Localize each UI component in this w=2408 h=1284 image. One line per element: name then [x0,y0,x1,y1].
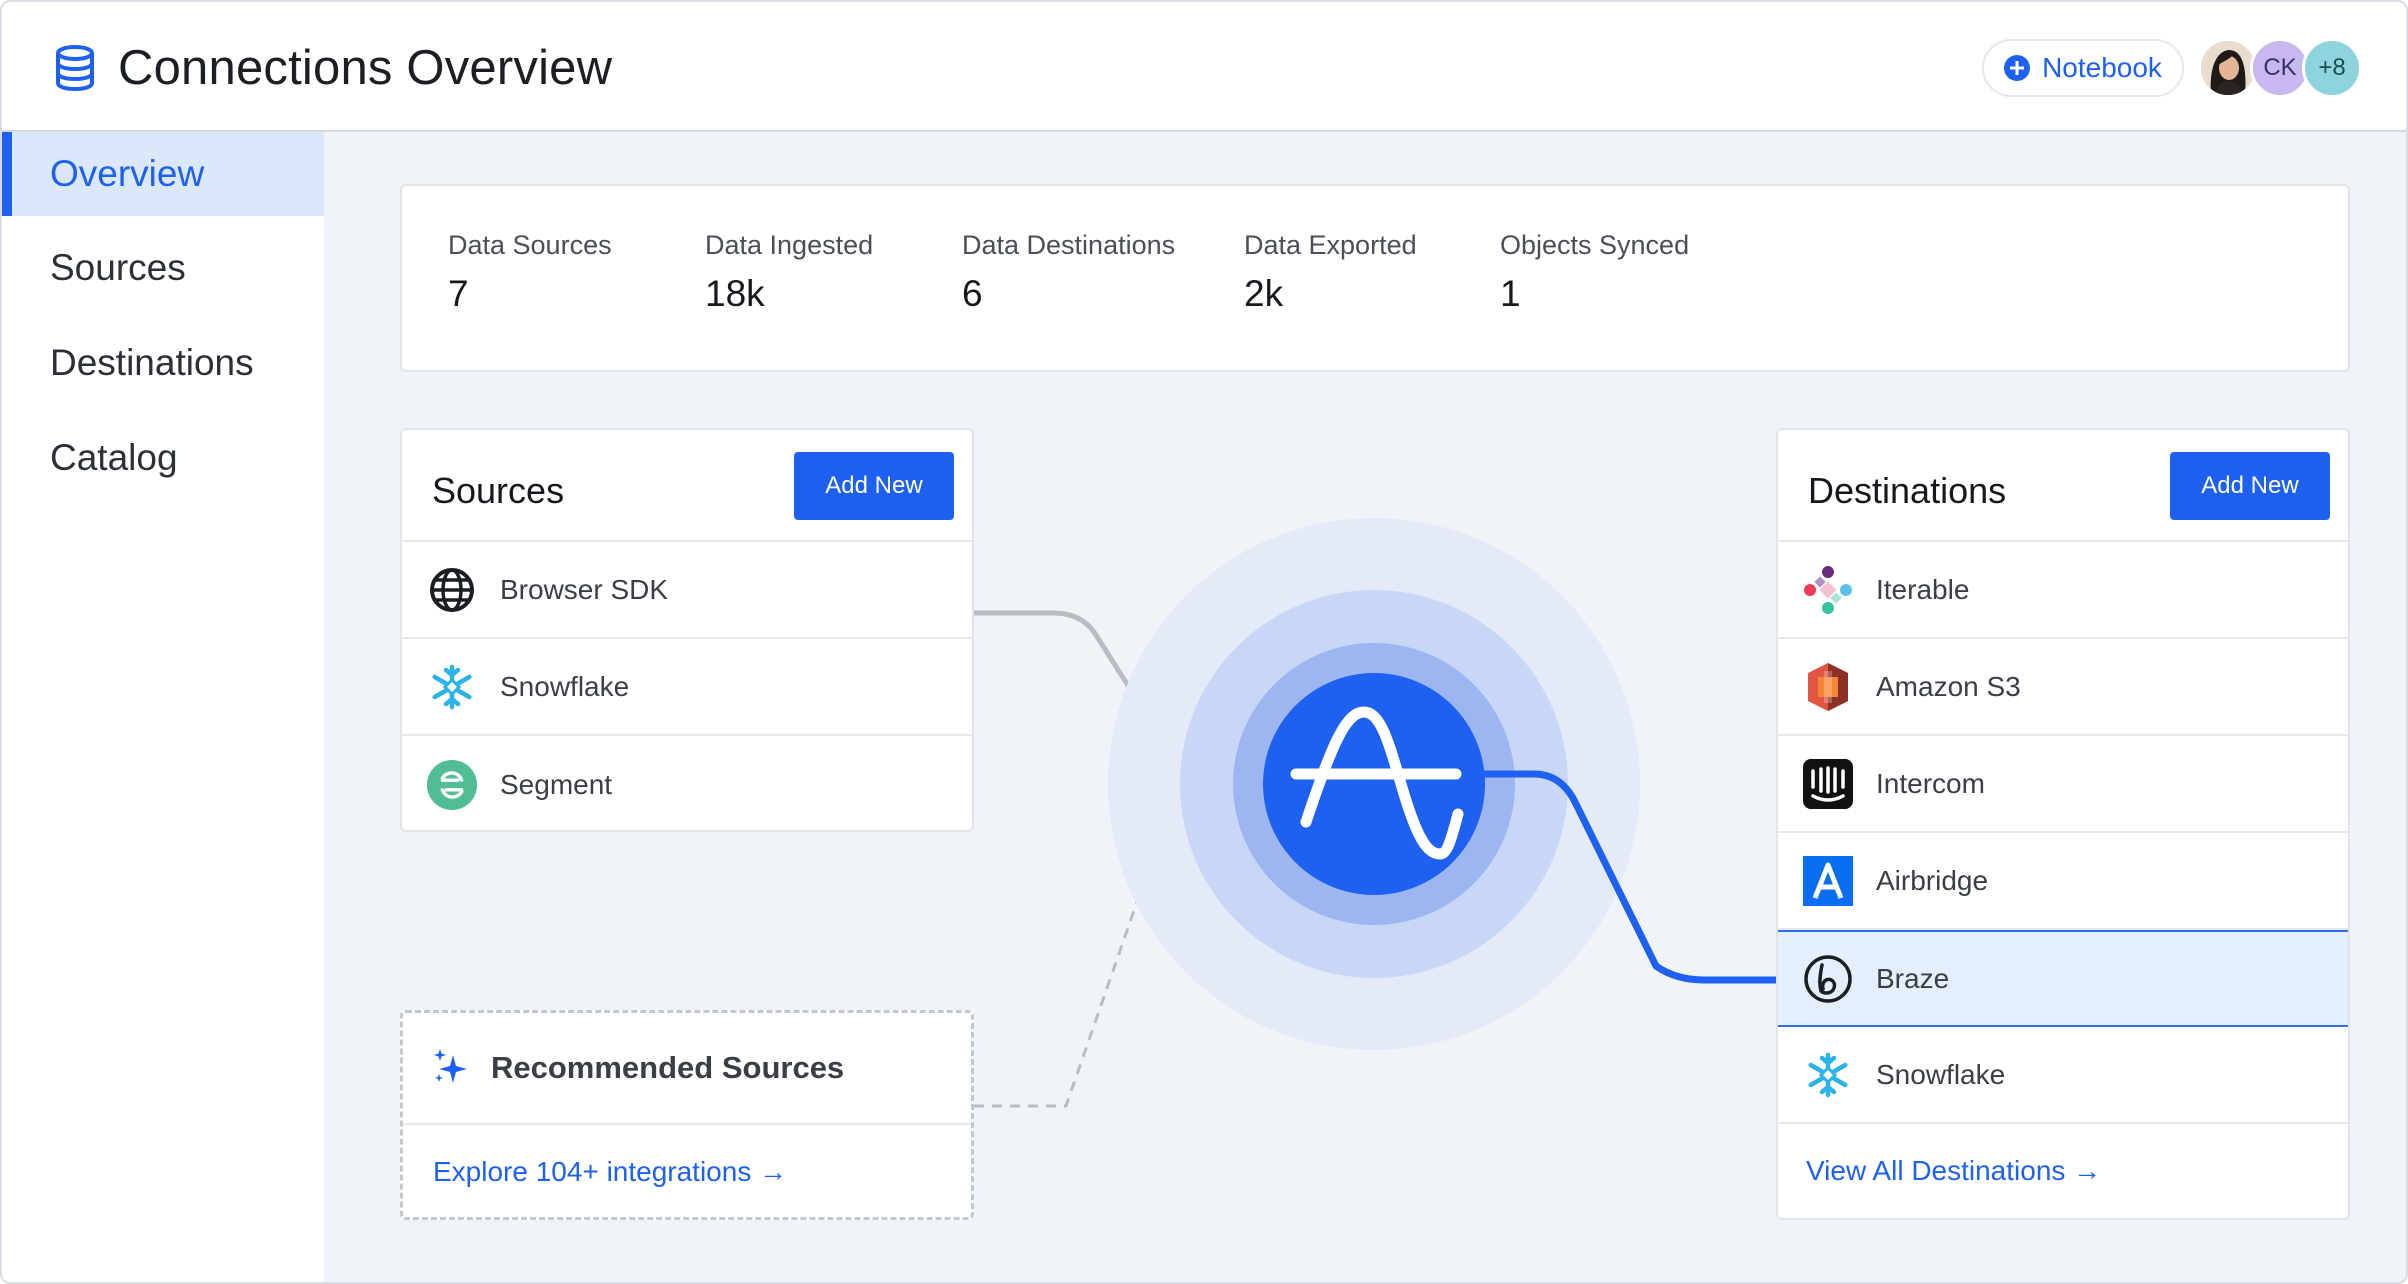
destinations-panel-header: Destinations Add New [1778,430,2348,542]
globe-icon [426,564,478,616]
sources-panel-title: Sources [432,470,565,511]
avatar-ck[interactable]: CK [2250,38,2310,98]
stat-data-sources: Data Sources 7 [448,230,612,315]
destination-label: Iterable [1876,573,1970,605]
destination-row-intercom[interactable]: Intercom [1778,736,2348,833]
amplitude-logo-icon [1290,706,1464,860]
destinations-panel-title: Destinations [1808,470,2007,511]
source-label: Segment [500,768,613,800]
explore-integrations-link[interactable]: Explore 104+ integrations → [403,1125,971,1219]
avatar-user-photo[interactable] [2198,38,2258,98]
snowflake-icon [426,661,478,713]
destination-row-airbridge[interactable]: Airbridge [1778,833,2348,930]
avatar-more-count[interactable]: +8 [2302,38,2362,98]
destination-row-snowflake[interactable]: Snowflake [1778,1027,2348,1124]
add-source-button[interactable]: Add New [794,452,954,520]
hub-ring-middle [1180,590,1568,978]
add-destination-button[interactable]: Add New [2170,452,2330,520]
sidebar-item-destinations[interactable]: Destinations [2,321,324,405]
source-row-browser-sdk[interactable]: Browser SDK [402,542,972,639]
snowflake-icon [1802,1049,1854,1101]
airbridge-icon [1802,855,1854,907]
notebook-button[interactable]: Notebook [1982,39,2184,97]
hub-core [1263,673,1485,895]
hub-ring-inner [1233,643,1515,925]
destination-row-braze[interactable]: Braze [1778,930,2348,1027]
plus-circle-icon [2004,55,2031,81]
stat-value: 18k [705,273,765,314]
destination-label: Snowflake [1876,1058,2006,1090]
person-photo-icon [2201,41,2255,95]
app-window: Connections Overview Notebook CK +8 Over… [0,0,2408,1284]
sidebar: Overview Sources Destinations Catalog [2,132,324,1282]
stat-data-exported: Data Exported 2k [1244,230,1417,315]
sidebar-item-sources[interactable]: Sources [2,226,324,310]
source-row-snowflake[interactable]: Snowflake [402,639,972,736]
stat-label: Data Exported [1244,230,1417,260]
stat-label: Data Sources [448,230,612,260]
destination-label: Airbridge [1876,864,1989,896]
sources-panel-header: Sources Add New [402,430,972,542]
stat-label: Objects Synced [1500,230,1690,260]
braze-icon [1802,953,1854,1005]
stat-label: Data Ingested [705,230,874,260]
stat-value: 7 [448,273,469,314]
recommended-sources-header: Recommended Sources [403,1013,971,1125]
destination-label: Braze [1876,962,1950,994]
database-icon [56,45,94,91]
sidebar-item-catalog[interactable]: Catalog [2,416,324,500]
browser-sdk-connector [974,610,1284,767]
sparkles-icon [434,1049,467,1083]
notebook-label: Notebook [2042,52,2162,83]
destination-row-iterable[interactable]: Iterable [1778,542,2348,639]
segment-icon [426,759,478,811]
amazon-s3-icon [1802,661,1854,713]
iterable-icon [1802,564,1854,616]
destination-row-amazon-s3[interactable]: Amazon S3 [1778,639,2348,736]
intercom-icon [1802,758,1854,810]
page-title: Connections Overview [118,41,613,95]
main-content: Data Sources 7 Data Ingested 18k Data De… [324,132,2406,1282]
destination-label: Intercom [1876,767,1985,799]
stat-value: 6 [962,273,983,314]
title-area: Connections Overview [54,40,612,96]
stat-objects-synced: Objects Synced 1 [1500,230,1689,315]
stat-value: 2k [1244,273,1284,314]
stat-label: Data Destinations [962,230,1176,260]
stat-data-destinations: Data Destinations 6 [962,230,1175,315]
destinations-panel: Destinations Add New Iterable Amazon S3 … [1776,428,2350,1220]
stats-card: Data Sources 7 Data Ingested 18k Data De… [400,184,2350,372]
sidebar-item-overview[interactable]: Overview [2,132,324,216]
source-label: Browser SDK [500,573,669,605]
recommended-sources-title: Recommended Sources [491,1050,845,1085]
recommended-sources-card: Recommended Sources Explore 104+ integra… [400,1010,974,1220]
sources-panel: Sources Add New Browser SDK Snowflake Se… [400,428,974,832]
braze-connector [1464,770,1776,984]
destination-label: Amazon S3 [1876,670,2021,702]
header: Connections Overview Notebook CK +8 [2,2,2406,132]
stat-value: 1 [1500,273,1521,314]
view-all-destinations-link[interactable]: View All Destinations → [1778,1124,2348,1218]
recommended-connector [974,778,1284,1108]
source-row-segment[interactable]: Segment [402,736,972,830]
stat-data-ingested: Data Ingested 18k [705,230,873,315]
hub-ring-outer [1108,518,1640,1050]
source-label: Snowflake [500,670,630,702]
